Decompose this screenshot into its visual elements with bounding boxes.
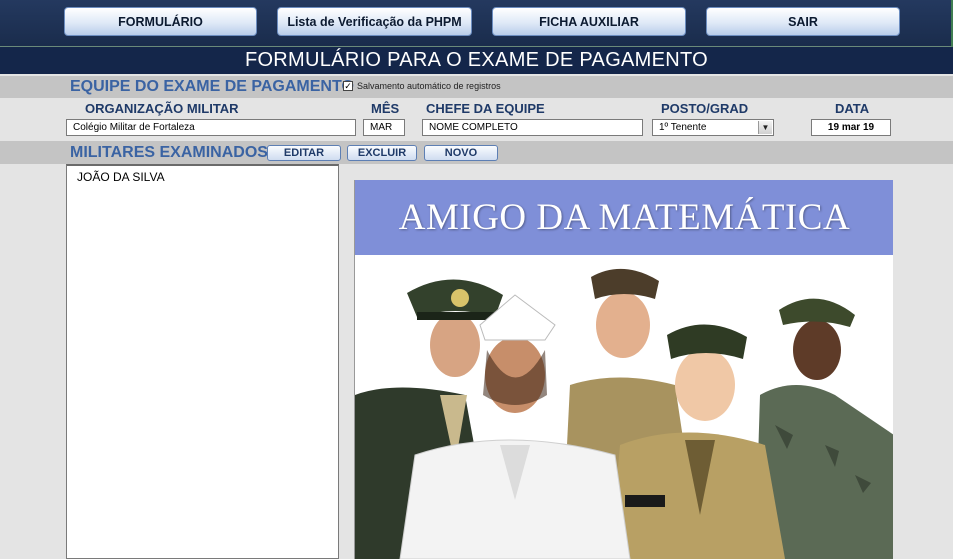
list-item[interactable]: JOÃO DA SILVA	[67, 166, 338, 184]
org-field[interactable]: Colégio Militar de Fortaleza	[66, 119, 356, 136]
autosave-option[interactable]: ✓ Salvamento automático de registros	[343, 81, 501, 91]
autosave-label: Salvamento automático de registros	[357, 81, 501, 91]
chevron-down-icon[interactable]: ▼	[758, 121, 772, 134]
date-field[interactable]: 19 mar 19	[811, 119, 891, 136]
new-button[interactable]: NOVO	[424, 145, 498, 161]
banner-title: AMIGO DA MATEMÁTICA	[398, 197, 851, 238]
formulario-button[interactable]: FORMULÁRIO	[64, 7, 257, 36]
date-label: DATA	[835, 101, 870, 116]
autosave-checkbox[interactable]: ✓	[343, 81, 353, 91]
top-navigation-bar: FORMULÁRIO Lista de Verificação da PHPM …	[0, 0, 953, 47]
soldiers-photo	[355, 255, 893, 559]
chief-label: CHEFE DA EQUIPE	[426, 101, 545, 116]
chief-field[interactable]: NOME COMPLETO	[422, 119, 643, 136]
rank-select[interactable]: 1º Tenente ▼	[652, 119, 774, 136]
banner-image: AMIGO DA MATEMÁTICA	[354, 180, 893, 559]
lista-verificacao-button[interactable]: Lista de Verificação da PHPM	[277, 7, 472, 36]
delete-button[interactable]: EXCLUIR	[347, 145, 417, 161]
team-section-title: EQUIPE DO EXAME DE PAGAMENTO	[70, 78, 354, 95]
examined-section-title: MILITARES EXAMINADOS	[70, 144, 268, 161]
sair-button[interactable]: SAIR	[706, 7, 900, 36]
month-field[interactable]: MAR	[363, 119, 405, 136]
rank-select-value: 1º Tenente	[659, 122, 707, 133]
ficha-auxiliar-button[interactable]: FICHA AUXILIAR	[492, 7, 686, 36]
edit-button[interactable]: EDITAR	[267, 145, 341, 161]
banner-header: AMIGO DA MATEMÁTICA	[355, 180, 893, 255]
org-label: ORGANIZAÇÃO MILITAR	[85, 101, 239, 116]
page-title: FORMULÁRIO PARA O EXAME DE PAGAMENTO	[0, 47, 953, 74]
month-label: MÊS	[371, 101, 400, 116]
examined-list[interactable]: JOÃO DA SILVA	[66, 164, 339, 559]
rank-label: POSTO/GRAD	[661, 101, 749, 116]
